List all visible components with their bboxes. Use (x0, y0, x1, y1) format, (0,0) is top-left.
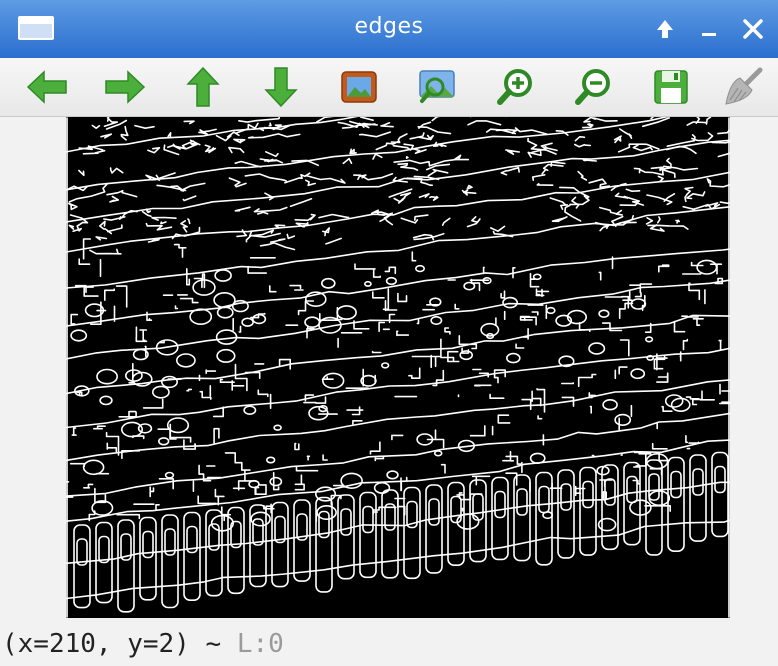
save-image-button[interactable] (646, 63, 696, 111)
image-viewer-window: edges (x=210, y=2) ~ L:0 (0, 0, 778, 666)
edge-map-image (66, 117, 730, 618)
reset-zoom-button[interactable] (334, 63, 384, 111)
status-separator: ~ (205, 629, 222, 659)
pan-right-button[interactable] (100, 63, 150, 111)
keep-above-button[interactable] (650, 14, 680, 44)
pan-left-button[interactable] (22, 63, 72, 111)
arrow-up-icon (186, 66, 220, 107)
zoom-image-icon (419, 70, 455, 103)
properties-button[interactable] (718, 63, 768, 111)
zoom-out-icon (575, 69, 610, 105)
minimize-icon (702, 33, 716, 36)
status-bar: (x=210, y=2) ~ L:0 (0, 622, 778, 666)
pixel-value: L:0 (236, 629, 284, 659)
brush-icon (725, 67, 763, 105)
cursor-coordinates: (x=210, y=2) (2, 629, 190, 659)
minimize-button[interactable] (694, 14, 724, 44)
window-controls (650, 10, 768, 48)
close-button[interactable] (738, 14, 768, 44)
titlebar[interactable]: edges (0, 0, 778, 58)
up-arrow-icon (657, 20, 673, 38)
edge-image[interactable] (66, 117, 730, 618)
picture-icon (341, 71, 377, 103)
pan-down-button[interactable] (256, 63, 306, 111)
zoom-out-button[interactable] (568, 63, 618, 111)
image-canvas-area[interactable] (0, 117, 778, 622)
arrow-right-icon (105, 70, 146, 104)
pan-up-button[interactable] (178, 63, 228, 111)
zoom-in-icon (497, 69, 532, 105)
zoom-in-button[interactable] (490, 63, 540, 111)
close-icon (743, 19, 763, 39)
arrow-left-icon (26, 70, 67, 104)
zoom-to-fit-button[interactable] (412, 63, 462, 111)
toolbar (0, 58, 778, 117)
save-icon (654, 70, 688, 104)
arrow-down-icon (264, 67, 298, 108)
